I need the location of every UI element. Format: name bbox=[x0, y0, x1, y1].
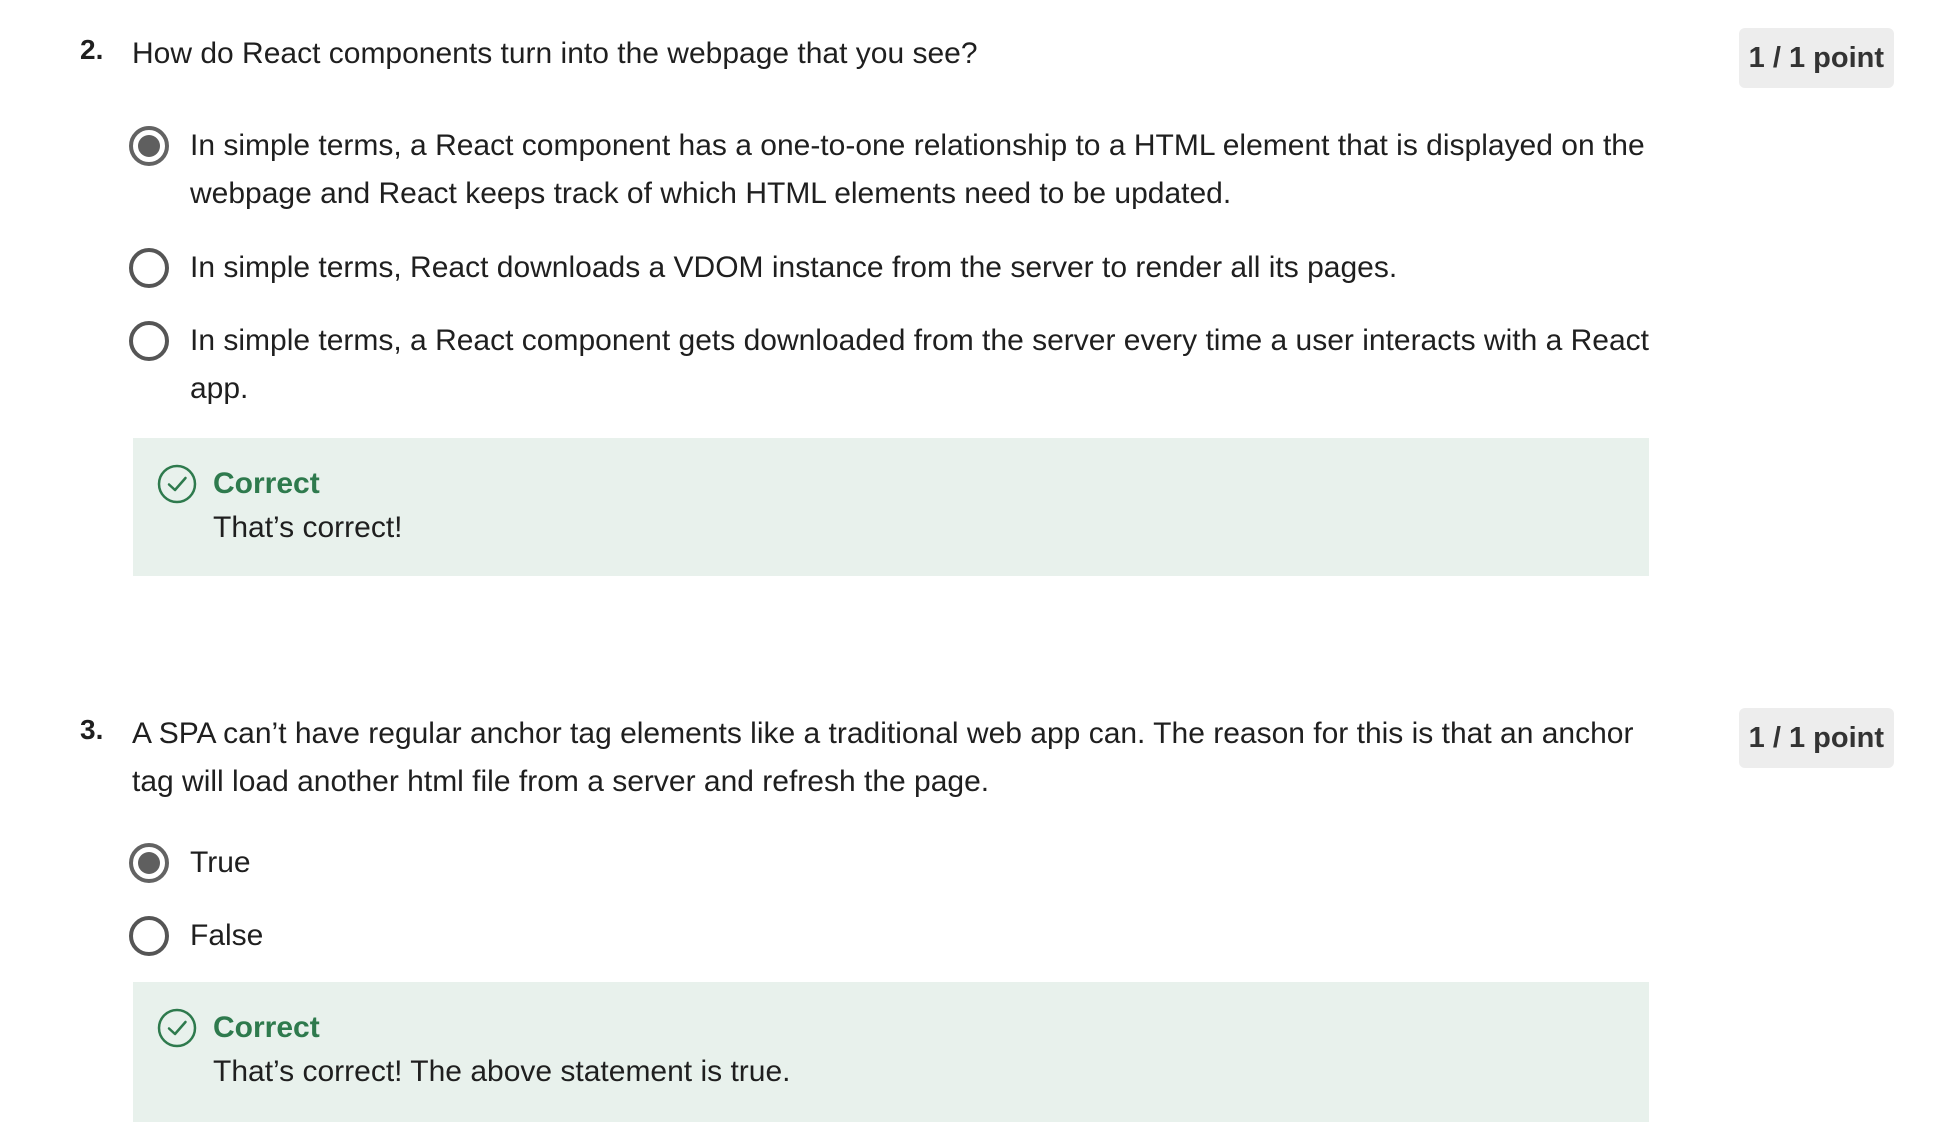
option-radio[interactable]: In simple terms, a React component gets … bbox=[129, 317, 1689, 413]
question-text: How do React components turn into the we… bbox=[132, 37, 978, 70]
radio-unselected-icon[interactable] bbox=[129, 248, 169, 288]
option-label: False bbox=[190, 919, 264, 952]
radio-unselected-icon[interactable] bbox=[129, 321, 169, 361]
question-text: A SPA can’t have regular anchor tag elem… bbox=[132, 717, 1634, 798]
option-label: True bbox=[190, 846, 251, 879]
question-number: 2. bbox=[80, 34, 104, 65]
radio-selected-icon[interactable] bbox=[129, 126, 169, 166]
check-circle-icon bbox=[157, 1008, 197, 1048]
feedback-title: Correct bbox=[213, 1011, 320, 1044]
points-badge: 1 / 1 point bbox=[1738, 28, 1894, 88]
feedback-panel: Correct That’s correct! The above statem… bbox=[133, 982, 1649, 1122]
question-number: 3. bbox=[80, 714, 104, 745]
radio-unselected-icon[interactable] bbox=[129, 916, 169, 956]
option-radio[interactable]: In simple terms, React downloads a VDOM … bbox=[129, 244, 1689, 292]
option-radio[interactable]: False bbox=[129, 912, 1689, 960]
option-radio[interactable]: In simple terms, a React component has a… bbox=[129, 122, 1689, 218]
feedback-text: That’s correct! bbox=[213, 511, 403, 544]
feedback-text: That’s correct! The above statement is t… bbox=[213, 1055, 791, 1088]
option-label: In simple terms, React downloads a VDOM … bbox=[190, 251, 1398, 284]
option-radio[interactable]: True bbox=[129, 839, 1689, 887]
radio-selected-icon[interactable] bbox=[129, 843, 169, 883]
option-label: In simple terms, a React component gets … bbox=[190, 324, 1649, 405]
check-circle-icon bbox=[157, 464, 197, 504]
option-label: In simple terms, a React component has a… bbox=[190, 129, 1645, 210]
feedback-panel: Correct That’s correct! bbox=[133, 438, 1649, 576]
feedback-title: Correct bbox=[213, 467, 320, 500]
points-badge: 1 / 1 point bbox=[1738, 708, 1894, 768]
